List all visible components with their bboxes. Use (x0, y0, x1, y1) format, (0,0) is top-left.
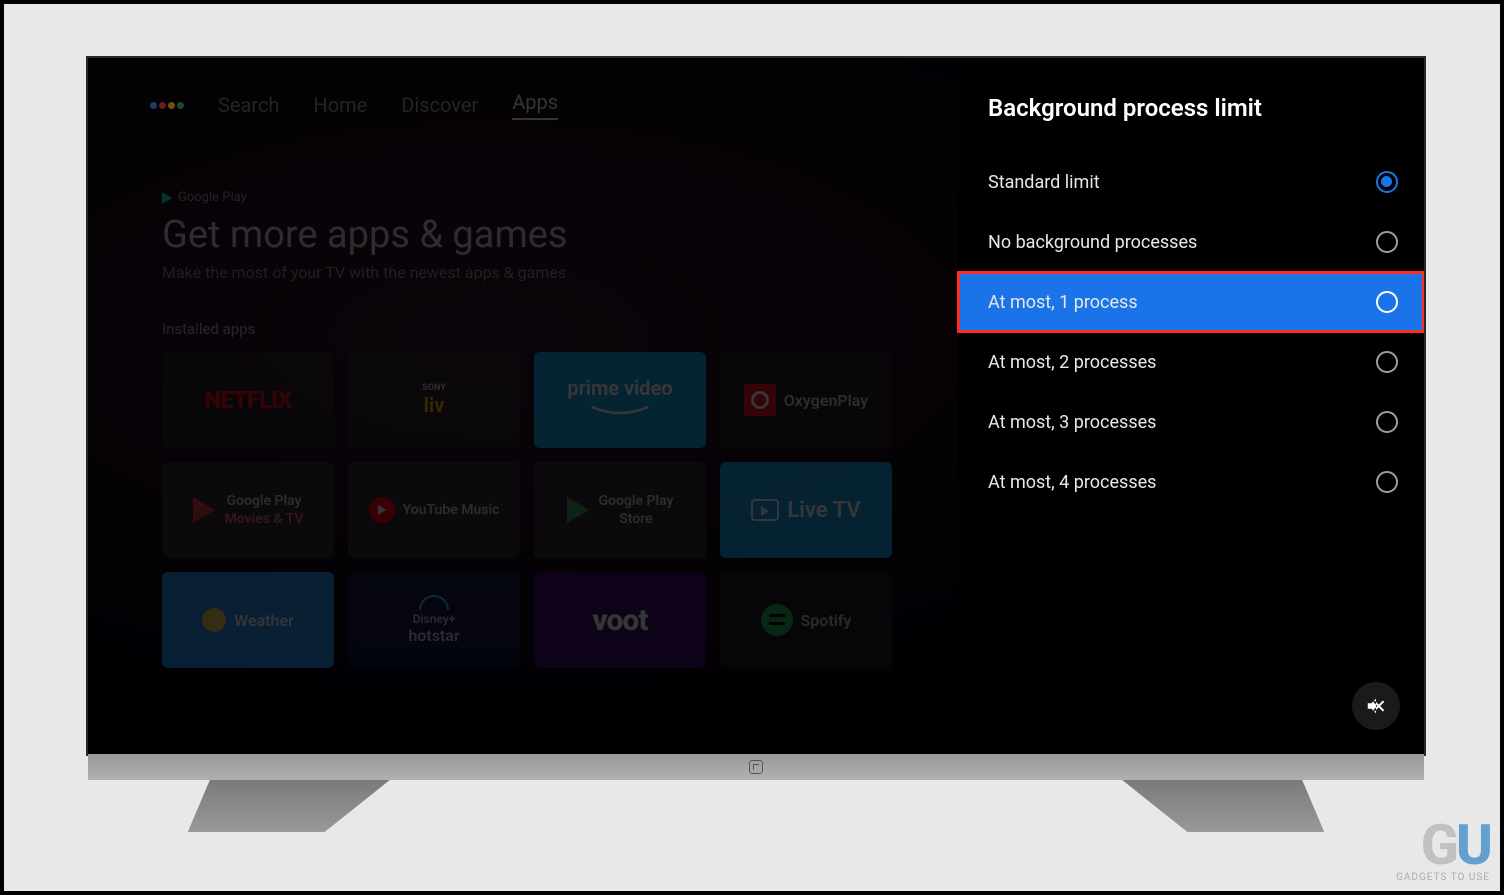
option-at-most-1[interactable]: At most, 1 process (958, 272, 1424, 332)
mute-icon[interactable] (1352, 682, 1400, 730)
option-no-background[interactable]: No background processes (958, 212, 1424, 272)
tv-screen: Search Home Discover Apps 4:59 Google Pl… (88, 58, 1424, 754)
option-at-most-4[interactable]: At most, 4 processes (958, 452, 1424, 512)
option-label: At most, 1 process (988, 292, 1138, 313)
radio-icon (1376, 171, 1398, 193)
tv-stand (1122, 780, 1346, 832)
radio-icon (1376, 411, 1398, 433)
radio-icon (1376, 231, 1398, 253)
tv-stand (166, 780, 390, 832)
option-label: No background processes (988, 232, 1197, 253)
radio-icon (1376, 351, 1398, 373)
tv-frame: Search Home Discover Apps 4:59 Google Pl… (86, 56, 1426, 756)
option-at-most-3[interactable]: At most, 3 processes (958, 392, 1424, 452)
settings-panel: Background process limit Standard limit … (958, 58, 1424, 754)
oneplus-logo-icon (749, 760, 763, 774)
option-label: At most, 4 processes (988, 472, 1156, 493)
tv-bezel-bottom (88, 754, 1424, 780)
option-label: Standard limit (988, 172, 1100, 193)
option-at-most-2[interactable]: At most, 2 processes (958, 332, 1424, 392)
radio-icon (1376, 291, 1398, 313)
radio-icon (1376, 471, 1398, 493)
option-label: At most, 3 processes (988, 412, 1156, 433)
watermark: GU GADGETS TO USE (1396, 812, 1490, 883)
option-label: At most, 2 processes (988, 352, 1156, 373)
panel-title: Background process limit (958, 94, 1424, 122)
option-standard-limit[interactable]: Standard limit (958, 152, 1424, 212)
